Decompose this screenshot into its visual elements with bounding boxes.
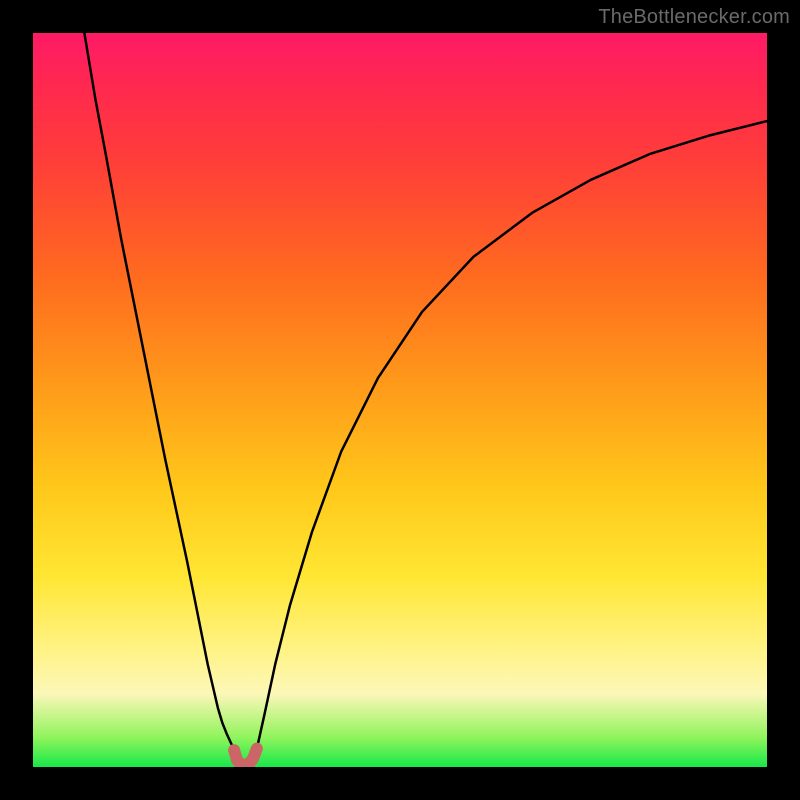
plot-area (33, 33, 767, 767)
series-valley-floor (234, 749, 257, 765)
series-left-branch (84, 33, 234, 750)
curve-svg (33, 33, 767, 767)
series-group (84, 33, 767, 765)
watermark-text: TheBottlenecker.com (598, 6, 790, 29)
series-right-branch (257, 121, 767, 749)
chart-frame: TheBottlenecker.com (0, 0, 800, 800)
